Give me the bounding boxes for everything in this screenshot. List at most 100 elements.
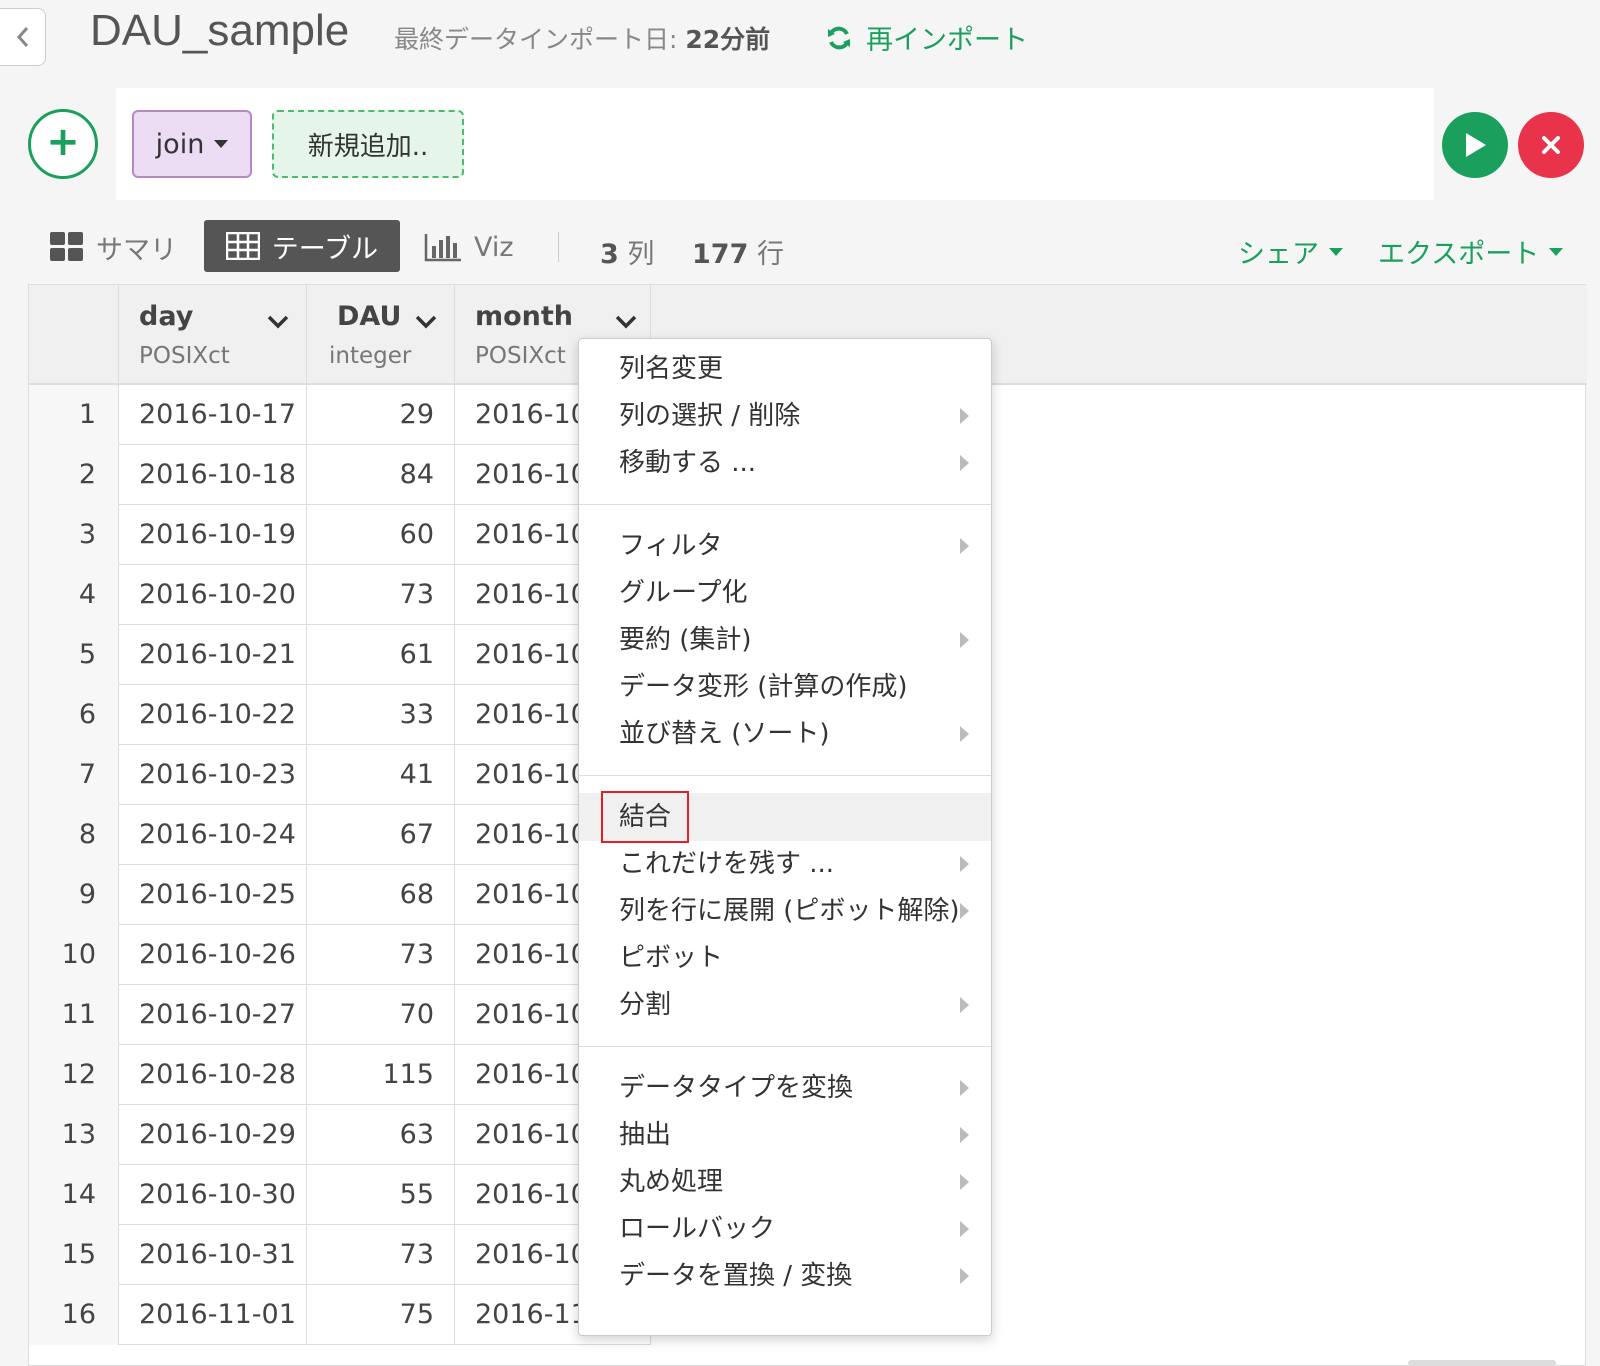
new-step-button[interactable]: 新規追加.. (272, 110, 464, 178)
cell-day[interactable]: 2016-10-28 (119, 1045, 307, 1105)
menu-item[interactable]: 移動する ... (579, 439, 991, 487)
page-title: DAU_sample (90, 6, 350, 55)
cell-dau[interactable]: 63 (307, 1105, 455, 1165)
cell-dau[interactable]: 67 (307, 805, 455, 865)
cell-day[interactable]: 2016-10-30 (119, 1165, 307, 1225)
table-row: 2 2016-10-18 84 2016-10 (29, 445, 651, 505)
chevron-down-icon[interactable] (615, 315, 637, 329)
menu-item[interactable]: 要約 (集計) (579, 616, 991, 664)
menu-item[interactable]: 分割 (579, 981, 991, 1029)
submenu-arrow-icon (960, 408, 969, 424)
pipeline-step-join[interactable]: join (132, 110, 252, 178)
menu-item[interactable]: 抽出 (579, 1111, 991, 1159)
cell-day[interactable]: 2016-10-18 (119, 445, 307, 505)
refresh-icon (828, 26, 850, 49)
cell-dau[interactable]: 60 (307, 505, 455, 565)
column-header-dau[interactable]: DAU integer (307, 285, 455, 385)
cell-dau[interactable]: 33 (307, 685, 455, 745)
table-row: 8 2016-10-24 67 2016-10 (29, 805, 651, 865)
export-dropdown[interactable]: エクスポート (1378, 232, 1564, 271)
cell-day[interactable]: 2016-10-17 (119, 385, 307, 445)
menu-item[interactable]: データを置換 / 変換 (579, 1252, 991, 1300)
tab-table[interactable]: テーブル (204, 220, 400, 272)
menu-item[interactable]: 列の選択 / 削除 (579, 392, 991, 440)
menu-item-label: 移動する ... (619, 448, 757, 478)
cell-day[interactable]: 2016-10-26 (119, 925, 307, 985)
cell-dau[interactable]: 70 (307, 985, 455, 1045)
cell-dau[interactable]: 55 (307, 1165, 455, 1225)
cell-day[interactable]: 2016-10-25 (119, 865, 307, 925)
row-number[interactable]: 14 (29, 1165, 119, 1225)
add-step-button[interactable]: + (28, 109, 98, 179)
cancel-button[interactable] (1518, 112, 1584, 178)
cell-dau[interactable]: 68 (307, 865, 455, 925)
menu-item[interactable]: 丸め処理 (579, 1158, 991, 1206)
cell-dau[interactable]: 115 (307, 1045, 455, 1105)
cell-dau[interactable]: 73 (307, 565, 455, 625)
cell-day[interactable]: 2016-10-27 (119, 985, 307, 1045)
row-number[interactable]: 8 (29, 805, 119, 865)
cell-dau[interactable]: 61 (307, 625, 455, 685)
cell-day[interactable]: 2016-10-19 (119, 505, 307, 565)
reimport-link[interactable]: 再インポート (826, 18, 1028, 57)
menu-item[interactable]: 結合 (579, 791, 991, 843)
tab-viz[interactable]: Viz (424, 222, 514, 272)
row-number[interactable]: 6 (29, 685, 119, 745)
cell-day[interactable]: 2016-10-20 (119, 565, 307, 625)
cell-dau[interactable]: 73 (307, 925, 455, 985)
cell-day[interactable]: 2016-10-23 (119, 745, 307, 805)
column-count: 3 列 (600, 239, 655, 270)
table-row: 11 2016-10-27 70 2016-10 (29, 985, 651, 1045)
row-number[interactable]: 16 (29, 1285, 119, 1345)
cell-day[interactable]: 2016-11-01 (119, 1285, 307, 1345)
menu-item[interactable]: 列名変更 (579, 345, 991, 393)
column-header-day[interactable]: day POSIXct (119, 285, 307, 385)
row-number[interactable]: 15 (29, 1225, 119, 1285)
cell-dau[interactable]: 41 (307, 745, 455, 805)
cell-dau[interactable]: 29 (307, 385, 455, 445)
row-number[interactable]: 4 (29, 565, 119, 625)
cell-day[interactable]: 2016-10-31 (119, 1225, 307, 1285)
submenu-arrow-icon (960, 1268, 969, 1284)
menu-item[interactable]: 列を行に展開 (ピボット解除) (579, 887, 991, 935)
menu-item[interactable]: ロールバック (579, 1205, 991, 1253)
menu-item[interactable]: データタイプを変換 (579, 1064, 991, 1112)
cell-dau[interactable]: 84 (307, 445, 455, 505)
submenu-arrow-icon (960, 1080, 969, 1096)
row-number[interactable]: 1 (29, 385, 119, 445)
menu-item[interactable]: フィルタ (579, 522, 991, 570)
cell-dau[interactable]: 73 (307, 1225, 455, 1285)
menu-item-label: 分割 (619, 990, 672, 1020)
table-row: 14 2016-10-30 55 2016-10 (29, 1165, 651, 1225)
row-number[interactable]: 5 (29, 625, 119, 685)
run-button[interactable] (1442, 112, 1508, 178)
horizontal-scrollbar[interactable] (1408, 1360, 1556, 1366)
share-dropdown[interactable]: シェア (1238, 232, 1343, 271)
menu-item[interactable]: グループ化 (579, 569, 991, 617)
menu-item[interactable]: これだけを残す ... (579, 840, 991, 888)
chevron-down-icon[interactable] (267, 315, 289, 329)
cell-day[interactable]: 2016-10-29 (119, 1105, 307, 1165)
chevron-left-icon (16, 27, 28, 47)
cell-day[interactable]: 2016-10-21 (119, 625, 307, 685)
row-number[interactable]: 11 (29, 985, 119, 1045)
row-number[interactable]: 3 (29, 505, 119, 565)
row-number[interactable]: 7 (29, 745, 119, 805)
cell-day[interactable]: 2016-10-22 (119, 685, 307, 745)
tab-summary[interactable]: サマリ (50, 222, 177, 272)
chevron-down-icon[interactable] (415, 315, 437, 329)
row-number[interactable]: 10 (29, 925, 119, 985)
row-number[interactable]: 9 (29, 865, 119, 925)
row-number[interactable]: 2 (29, 445, 119, 505)
submenu-arrow-icon (960, 903, 969, 919)
row-number[interactable]: 12 (29, 1045, 119, 1105)
menu-item[interactable]: データ変形 (計算の作成) (579, 663, 991, 711)
last-import-info: 最終データインポート日: 22分前 (394, 25, 771, 54)
reimport-label: 再インポート (866, 25, 1028, 56)
back-button[interactable] (0, 8, 46, 66)
cell-day[interactable]: 2016-10-24 (119, 805, 307, 865)
row-number[interactable]: 13 (29, 1105, 119, 1165)
cell-dau[interactable]: 75 (307, 1285, 455, 1345)
menu-item[interactable]: ピボット (579, 934, 991, 982)
menu-item[interactable]: 並び替え (ソート) (579, 710, 991, 758)
